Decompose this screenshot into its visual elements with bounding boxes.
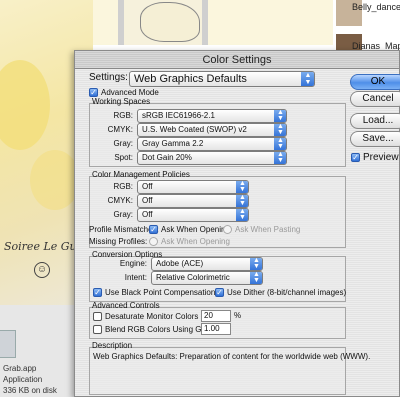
- black-point-label: Use Black Point Compensation: [105, 288, 216, 297]
- working-spaces-title: Working Spaces: [92, 97, 151, 106]
- popup-arrows-icon: ▲ ▼: [236, 209, 248, 221]
- cm-gray-value: Off: [142, 210, 153, 219]
- ws-gray-popup[interactable]: Gray Gamma 2.2 ▲ ▼: [137, 137, 287, 151]
- preview-label: Preview: [363, 152, 399, 163]
- ws-gray-value: Gray Gamma 2.2: [142, 139, 204, 148]
- dither-label: Use Dither (8-bit/channel images): [227, 288, 347, 297]
- black-point-checkbox[interactable]: ✓: [93, 288, 102, 297]
- cm-rgb-value: Off: [142, 182, 153, 191]
- ok-button[interactable]: OK: [350, 74, 400, 90]
- missing-ask-when-opening-checkbox[interactable]: [149, 237, 158, 246]
- cm-cmyk-value: Off: [142, 196, 153, 205]
- ws-cmyk-popup[interactable]: U.S. Web Coated (SWOP) v2 ▲ ▼: [137, 123, 287, 137]
- missing-ask-when-opening-label: Ask When Opening: [161, 237, 230, 246]
- ask-when-opening-label: Ask When Opening: [161, 225, 230, 234]
- engine-value: Adobe (ACE): [156, 259, 204, 268]
- advanced-controls-title: Advanced Controls: [92, 301, 160, 310]
- dither-checkbox[interactable]: ✓: [215, 288, 224, 297]
- ws-cmyk-label: CMYK:: [107, 125, 133, 134]
- preview-checkbox[interactable]: ✓: [351, 153, 360, 162]
- save-button[interactable]: Save...: [350, 131, 400, 147]
- ws-spot-popup[interactable]: Dot Gain 20% ▲ ▼: [137, 151, 287, 165]
- ws-rgb-label: RGB:: [113, 111, 133, 120]
- missing-profiles-label: Missing Profiles:: [89, 237, 148, 246]
- blend-checkbox[interactable]: [93, 325, 102, 334]
- file-kind: Application: [3, 375, 43, 384]
- cm-rgb-label: RGB:: [113, 182, 133, 191]
- ask-when-pasting-label: Ask When Pasting: [235, 225, 301, 234]
- ws-spot-value: Dot Gain 20%: [142, 153, 192, 162]
- engine-popup[interactable]: Adobe (ACE) ▲ ▼: [151, 257, 263, 271]
- file-label[interactable]: Belly_dancer: [352, 2, 400, 12]
- sketch-drawing: [140, 2, 200, 42]
- cm-cmyk-popup[interactable]: Off ▲ ▼: [137, 194, 249, 208]
- description-title: Description: [92, 341, 133, 350]
- ask-when-pasting-checkbox[interactable]: [223, 225, 232, 234]
- intent-label: Intent:: [124, 273, 147, 282]
- intent-value: Relative Colorimetric: [156, 273, 230, 282]
- popup-arrows-icon: ▲ ▼: [236, 181, 248, 193]
- desaturate-label: Desaturate Monitor Colors By:: [105, 312, 213, 321]
- cm-rgb-popup[interactable]: Off ▲ ▼: [137, 180, 249, 194]
- file-size: 336 KB on disk: [3, 386, 57, 395]
- cancel-button[interactable]: Cancel: [350, 91, 400, 107]
- popup-arrows-icon: ▲ ▼: [301, 72, 314, 86]
- settings-popup-value: Web Graphics Defaults: [134, 73, 247, 85]
- paint-blob: [30, 150, 80, 210]
- desaturate-field[interactable]: 20: [201, 310, 231, 322]
- ws-gray-label: Gray:: [113, 139, 133, 148]
- cm-cmyk-label: CMYK:: [107, 196, 133, 205]
- load-button[interactable]: Load...: [350, 113, 400, 129]
- ask-when-opening-checkbox[interactable]: ✓: [149, 225, 158, 234]
- popup-arrows-icon: ▲ ▼: [274, 124, 286, 136]
- popup-arrows-icon: ▲ ▼: [236, 195, 248, 207]
- description-text: Web Graphics Defaults: Preparation of co…: [93, 352, 371, 361]
- popup-arrows-icon: ▲ ▼: [250, 258, 262, 270]
- advanced-mode-label: Advanced Mode: [101, 88, 159, 97]
- smiley-icon: ☺: [34, 262, 50, 278]
- cm-gray-popup[interactable]: Off ▲ ▼: [137, 208, 249, 222]
- ws-rgb-value: sRGB IEC61966-2.1: [142, 111, 215, 120]
- paint-blob: [0, 60, 50, 150]
- ws-spot-label: Spot:: [114, 153, 133, 162]
- settings-label: Settings:: [89, 72, 128, 83]
- profile-mismatches-label: Profile Mismatches:: [89, 225, 159, 234]
- dialog-title[interactable]: Color Settings: [75, 51, 399, 69]
- popup-arrows-icon: ▲ ▼: [274, 138, 286, 150]
- ws-rgb-popup[interactable]: sRGB IEC61966-2.1 ▲ ▼: [137, 109, 287, 123]
- color-management-title: Color Management Policies: [92, 170, 190, 179]
- color-settings-dialog: Color Settings Settings: Web Graphics De…: [74, 50, 400, 397]
- file-info: Grab.app Application 336 KB on disk: [3, 363, 57, 396]
- cm-gray-label: Gray:: [113, 210, 133, 219]
- engine-label: Engine:: [119, 259, 147, 268]
- intent-popup[interactable]: Relative Colorimetric ▲ ▼: [151, 271, 263, 285]
- desaturate-checkbox[interactable]: [93, 312, 102, 321]
- popup-arrows-icon: ▲ ▼: [250, 272, 262, 284]
- file-name: Grab.app: [3, 364, 37, 373]
- ws-cmyk-value: U.S. Web Coated (SWOP) v2: [142, 125, 247, 134]
- popup-arrows-icon: ▲ ▼: [274, 110, 286, 122]
- blend-field[interactable]: 1.00: [201, 323, 231, 335]
- application-icon[interactable]: [0, 330, 16, 358]
- settings-popup[interactable]: Web Graphics Defaults ▲ ▼: [129, 71, 315, 87]
- popup-arrows-icon: ▲ ▼: [274, 152, 286, 164]
- advanced-mode-checkbox[interactable]: ✓: [89, 88, 98, 97]
- percent-label: %: [234, 311, 242, 320]
